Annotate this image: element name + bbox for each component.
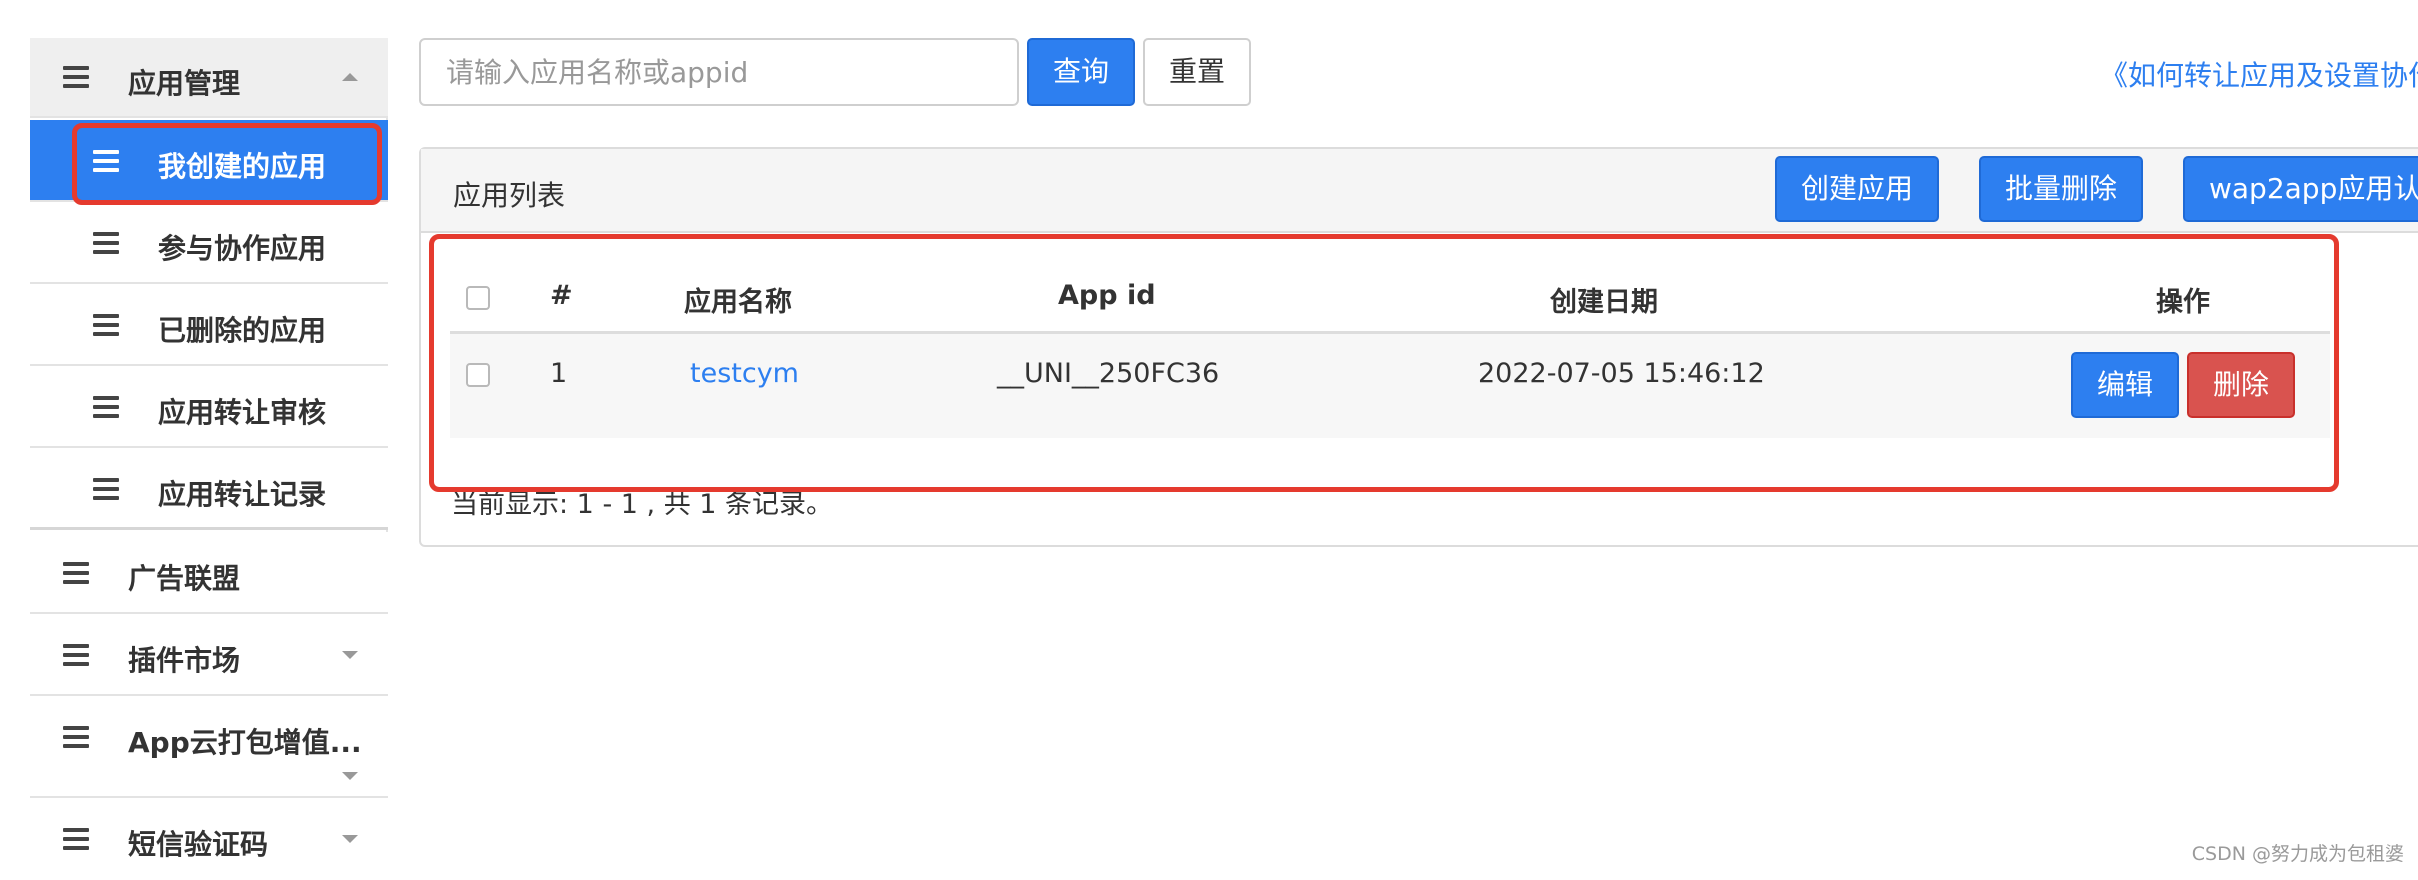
sidebar-item-label: 应用转让审核 xyxy=(158,396,327,429)
create-app-button[interactable]: 创建应用 xyxy=(1775,156,1939,222)
watermark: CSDN @努力成为包租婆 xyxy=(2191,843,2404,865)
nav-app-management[interactable]: 应用管理 xyxy=(30,38,388,118)
menu-icon xyxy=(63,644,89,666)
query-button[interactable]: 查询 xyxy=(1027,38,1135,106)
search-input[interactable] xyxy=(419,38,1019,106)
nav-app-management-label: 应用管理 xyxy=(128,67,241,100)
batch-delete-button[interactable]: 批量删除 xyxy=(1979,156,2143,222)
table-highlight-box xyxy=(429,234,2339,492)
caret-down-icon xyxy=(342,835,358,843)
nav-plugin-market[interactable]: 插件市场 xyxy=(30,614,388,696)
caret-down-icon xyxy=(342,772,358,780)
panel-title: 应用列表 xyxy=(453,179,566,212)
menu-icon xyxy=(93,396,119,418)
wap2app-claim-button[interactable]: wap2app应用认领 xyxy=(2183,156,2418,222)
sidebar-item-transfer-review[interactable]: 应用转让审核 xyxy=(30,366,388,448)
menu-icon xyxy=(93,478,119,500)
caret-down-icon xyxy=(342,651,358,659)
sidebar-item-deleted-apps[interactable]: 已删除的应用 xyxy=(30,284,388,366)
sidebar-item-label: 已删除的应用 xyxy=(158,314,327,347)
caret-up-icon xyxy=(342,73,358,81)
sidebar-item-label: 参与协作应用 xyxy=(158,232,327,265)
menu-icon xyxy=(63,66,89,88)
reset-button[interactable]: 重置 xyxy=(1143,38,1251,106)
sidebar-item-transfer-records[interactable]: 应用转让记录 xyxy=(30,448,388,530)
menu-icon xyxy=(93,314,119,336)
menu-icon xyxy=(63,828,89,850)
sidebar-highlight-box xyxy=(72,123,382,205)
menu-icon xyxy=(63,726,89,748)
nav-app-cloud-pack[interactable]: App云打包增值... xyxy=(30,696,388,798)
nav-sms-verify-label: 短信验证码 xyxy=(128,828,269,861)
nav-sms-verify[interactable]: 短信验证码 xyxy=(30,798,388,880)
sidebar-item-label: 应用转让记录 xyxy=(158,478,327,511)
nav-ad-alliance[interactable]: 广告联盟 xyxy=(30,532,388,614)
transfer-help-link[interactable]: 《如何转让应用及设置协作 xyxy=(2100,54,2418,94)
nav-app-cloud-pack-label: App云打包增值... xyxy=(128,726,362,759)
nav-ad-alliance-label: 广告联盟 xyxy=(128,562,241,595)
menu-icon xyxy=(93,232,119,254)
menu-icon xyxy=(63,562,89,584)
nav-plugin-market-label: 插件市场 xyxy=(128,644,241,677)
sidebar-item-collab-apps[interactable]: 参与协作应用 xyxy=(30,202,388,284)
